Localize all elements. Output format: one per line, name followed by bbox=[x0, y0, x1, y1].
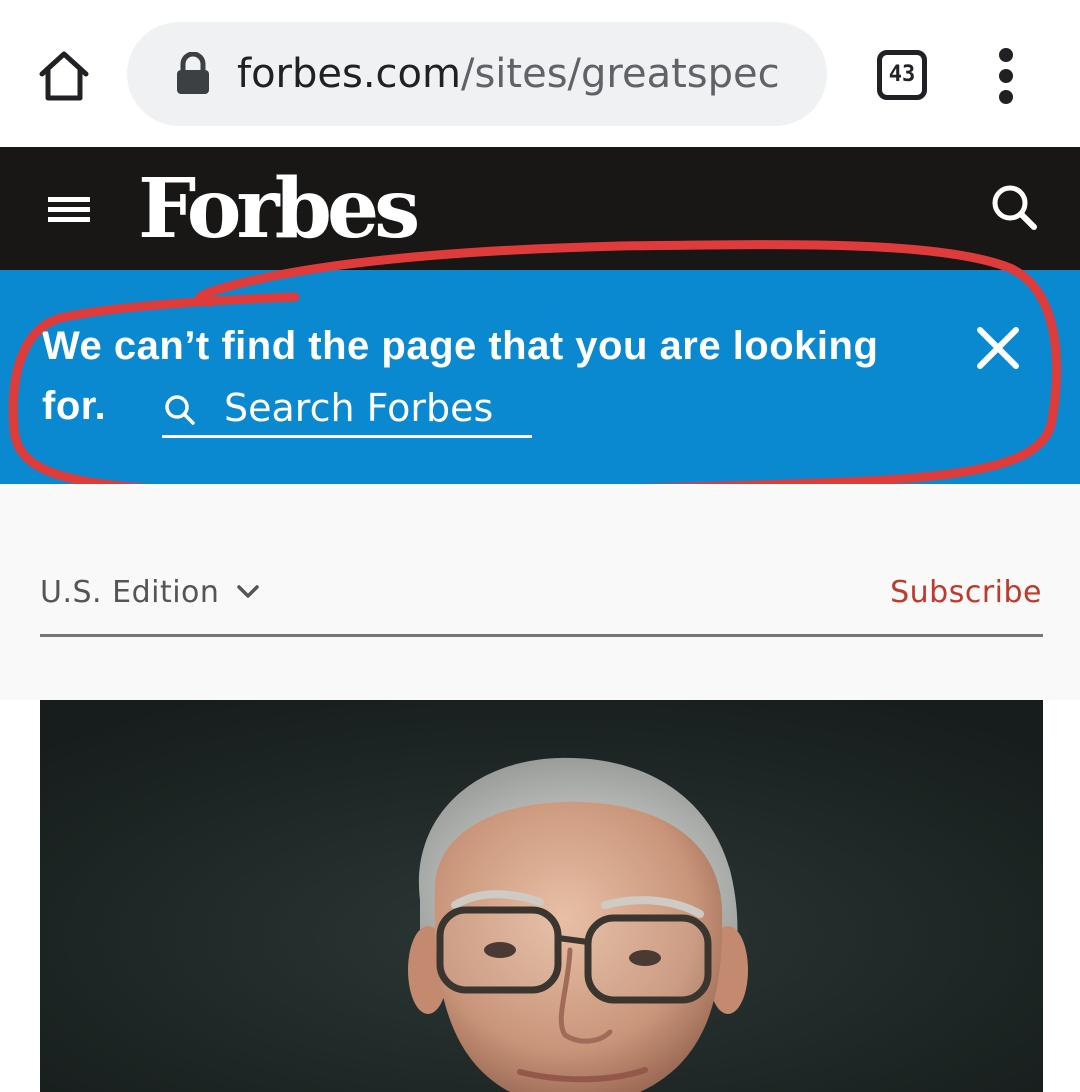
search-forbes-label: Search Forbes bbox=[224, 386, 494, 430]
hamburger-menu-icon[interactable] bbox=[44, 191, 94, 227]
url-host: forbes.com bbox=[237, 51, 461, 97]
home-icon bbox=[39, 51, 89, 101]
search-forbes-link[interactable]: Search Forbes bbox=[162, 378, 532, 438]
close-icon bbox=[977, 327, 1019, 369]
url-text: forbes.com/sites/greatspec bbox=[237, 46, 803, 102]
search-icon bbox=[992, 185, 1037, 230]
not-found-banner: We can’t find the page that you are look… bbox=[0, 270, 1080, 484]
hero-image[interactable] bbox=[40, 700, 1043, 1092]
url-path: /sites/greatspec bbox=[460, 51, 780, 97]
more-vert-icon[interactable] bbox=[986, 48, 1026, 104]
chevron-down-icon bbox=[237, 585, 259, 598]
header-search-button[interactable] bbox=[984, 177, 1044, 237]
forbes-logo[interactable]: Forbes bbox=[138, 159, 420, 259]
divider bbox=[40, 634, 1043, 637]
portrait-photo bbox=[40, 700, 1043, 1092]
lock-icon bbox=[177, 52, 209, 94]
site-header: Forbes bbox=[0, 147, 1080, 270]
search-icon bbox=[165, 395, 195, 425]
close-banner-button[interactable] bbox=[970, 320, 1026, 376]
tab-switcher-button[interactable]: 43 bbox=[877, 50, 927, 100]
edition-selector[interactable]: U.S. Edition bbox=[40, 570, 259, 616]
home-button[interactable] bbox=[34, 46, 94, 106]
edition-section: U.S. Edition Subscribe bbox=[0, 484, 1080, 700]
address-bar[interactable]: forbes.com/sites/greatspec bbox=[127, 22, 827, 126]
subscribe-link[interactable]: Subscribe bbox=[890, 570, 1042, 616]
browser-toolbar: forbes.com/sites/greatspec 43 bbox=[0, 0, 1080, 147]
edition-label: U.S. Edition bbox=[40, 575, 220, 610]
tab-count: 43 bbox=[888, 62, 916, 87]
